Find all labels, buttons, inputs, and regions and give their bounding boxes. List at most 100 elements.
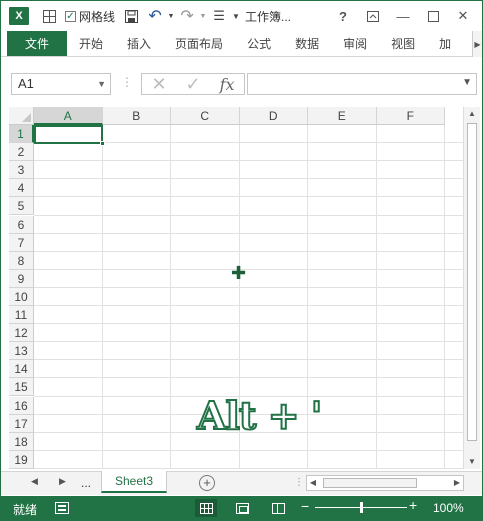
horizontal-scrollbar[interactable]: ◀ ▶: [306, 475, 464, 491]
sheet-more-button[interactable]: ...: [81, 476, 91, 490]
gridlines-toggle[interactable]: ✓ 网格线: [65, 8, 115, 25]
insert-function-icon[interactable]: fx: [220, 75, 235, 94]
zoom-in-button[interactable]: +: [409, 497, 417, 513]
column-header-f[interactable]: F: [376, 107, 445, 125]
macro-record-icon[interactable]: [55, 502, 69, 514]
row-header-12[interactable]: 12: [9, 324, 34, 343]
row-header-8[interactable]: 8: [9, 251, 34, 270]
minimize-icon[interactable]: —: [388, 1, 418, 31]
column-header-d[interactable]: D: [239, 107, 308, 125]
align-icon[interactable]: ☰: [207, 1, 231, 31]
grid-row-line: [34, 268, 463, 270]
select-all-button[interactable]: [9, 107, 34, 125]
page-layout-view-icon: [235, 502, 249, 514]
active-cell-a1[interactable]: [34, 125, 105, 146]
row-header-16[interactable]: 16: [9, 396, 34, 415]
zoom-level[interactable]: 100%: [433, 501, 464, 515]
column-header-a[interactable]: A: [34, 107, 103, 125]
tab-data[interactable]: 数据: [283, 31, 331, 56]
gridlines-checkbox[interactable]: ✓: [65, 10, 76, 22]
tab-formulas[interactable]: 公式: [235, 31, 283, 56]
name-box[interactable]: A1 ▼: [11, 73, 111, 95]
confirm-entry-icon[interactable]: ✓: [186, 74, 201, 95]
grid-row-line: [34, 305, 463, 306]
formula-bar-grip-icon[interactable]: ⋮: [121, 75, 133, 89]
tab-insert[interactable]: 插入: [115, 31, 163, 56]
table-icon[interactable]: [37, 1, 61, 31]
vertical-scroll-thumb[interactable]: [467, 123, 477, 441]
tab-file[interactable]: 文件: [7, 31, 68, 56]
row-header-10[interactable]: 10: [9, 287, 34, 306]
help-label: ?: [339, 8, 347, 24]
row-header-7[interactable]: 7: [9, 233, 34, 252]
fill-handle[interactable]: [100, 141, 105, 146]
row-header-14[interactable]: 14: [9, 360, 34, 379]
page-break-view-button[interactable]: [267, 499, 289, 517]
row-header-11[interactable]: 11: [9, 306, 34, 325]
page-layout-view-button[interactable]: [231, 499, 253, 517]
row-header-15[interactable]: 15: [9, 378, 34, 397]
normal-view-button[interactable]: [195, 499, 217, 517]
tab-page-layout[interactable]: 页面布局: [163, 31, 235, 56]
excel-window: X ✓ 网格线 ↶ ▼ ↷ ▼ ☰ ▼ 工作簿... ? — ✕ 文件 开始 插…: [0, 0, 483, 521]
vertical-scrollbar[interactable]: ▲ ▼: [463, 107, 480, 469]
scroll-down-icon[interactable]: ▼: [464, 455, 480, 469]
row-header-19[interactable]: 19: [9, 450, 34, 469]
scroll-right-icon[interactable]: ▶: [451, 476, 463, 490]
mouse-cursor-icon: ✚: [231, 263, 247, 283]
tab-addins[interactable]: 加: [427, 31, 451, 56]
close-icon[interactable]: ✕: [448, 1, 478, 31]
row-header-1[interactable]: 1: [9, 125, 34, 144]
sheet-tab-sheet3[interactable]: Sheet3: [101, 471, 167, 493]
row-header-9[interactable]: 9: [9, 269, 34, 288]
worksheet-grid[interactable]: A B C D E F 1 2 3 4 5 6 7 8 9 10 11 12 13 14 15 16 17 18 19 ✚ Alt …: [9, 107, 463, 469]
tab-review[interactable]: 审阅: [331, 31, 379, 56]
formula-input[interactable]: ▼: [247, 73, 477, 95]
zoom-out-button[interactable]: −: [301, 498, 309, 514]
grid-row-line: [34, 178, 463, 180]
grid-column-line: [375, 125, 377, 469]
maximize-icon[interactable]: [418, 1, 448, 31]
row-header-4[interactable]: 4: [9, 179, 34, 198]
column-header-c[interactable]: C: [171, 107, 240, 125]
add-sheet-icon[interactable]: +: [199, 475, 215, 491]
formula-bar: A1 ▼ ⋮ ✕ ✓ fx ▼: [1, 67, 482, 101]
customize-qat-icon[interactable]: ▼: [231, 1, 241, 31]
undo-dropdown-icon[interactable]: ▼: [167, 1, 175, 31]
row-header-17[interactable]: 17: [9, 414, 34, 433]
row-header-5[interactable]: 5: [9, 197, 34, 216]
grid-row-line: [34, 196, 463, 198]
excel-logo-icon[interactable]: X: [9, 7, 29, 25]
column-header-e[interactable]: E: [308, 107, 377, 125]
save-icon[interactable]: [119, 1, 143, 31]
title-bar: X ✓ 网格线 ↶ ▼ ↷ ▼ ☰ ▼ 工作簿... ? — ✕: [1, 1, 482, 31]
row-header-2[interactable]: 2: [9, 143, 34, 162]
sheet-prev-icon[interactable]: ◀: [31, 476, 38, 487]
help-icon[interactable]: ?: [328, 1, 358, 31]
grid-row-line: [34, 323, 463, 325]
tab-home[interactable]: 开始: [67, 31, 115, 56]
row-header-3[interactable]: 3: [9, 161, 34, 180]
row-header-13[interactable]: 13: [9, 342, 34, 361]
name-box-dropdown-icon[interactable]: ▼: [97, 74, 106, 94]
column-header-b[interactable]: B: [102, 107, 171, 125]
tab-view[interactable]: 视图: [379, 31, 427, 56]
cancel-entry-icon[interactable]: ✕: [151, 74, 166, 95]
scroll-up-icon[interactable]: ▲: [464, 107, 480, 121]
tab-split-grip-icon[interactable]: ⋮: [294, 477, 304, 488]
redo-icon[interactable]: ↷: [175, 1, 199, 31]
undo-icon[interactable]: ↶: [143, 1, 167, 31]
row-header-18[interactable]: 18: [9, 432, 34, 451]
row-header-6[interactable]: 6: [9, 215, 34, 234]
sheet-next-icon[interactable]: ▶: [59, 476, 66, 487]
grid-row-line: [34, 232, 463, 234]
redo-dropdown-icon[interactable]: ▼: [199, 1, 207, 31]
ribbon-display-icon[interactable]: [358, 1, 388, 31]
horizontal-scroll-thumb[interactable]: [323, 478, 417, 488]
expand-formula-bar-icon[interactable]: ▼: [462, 77, 472, 88]
zoom-slider-thumb[interactable]: [360, 502, 363, 513]
gridlines-label: 网格线: [79, 9, 116, 24]
scroll-left-icon[interactable]: ◀: [307, 476, 319, 490]
ribbon-scroll-right-icon[interactable]: ▶: [472, 31, 482, 57]
grid-column-line: [101, 125, 103, 469]
